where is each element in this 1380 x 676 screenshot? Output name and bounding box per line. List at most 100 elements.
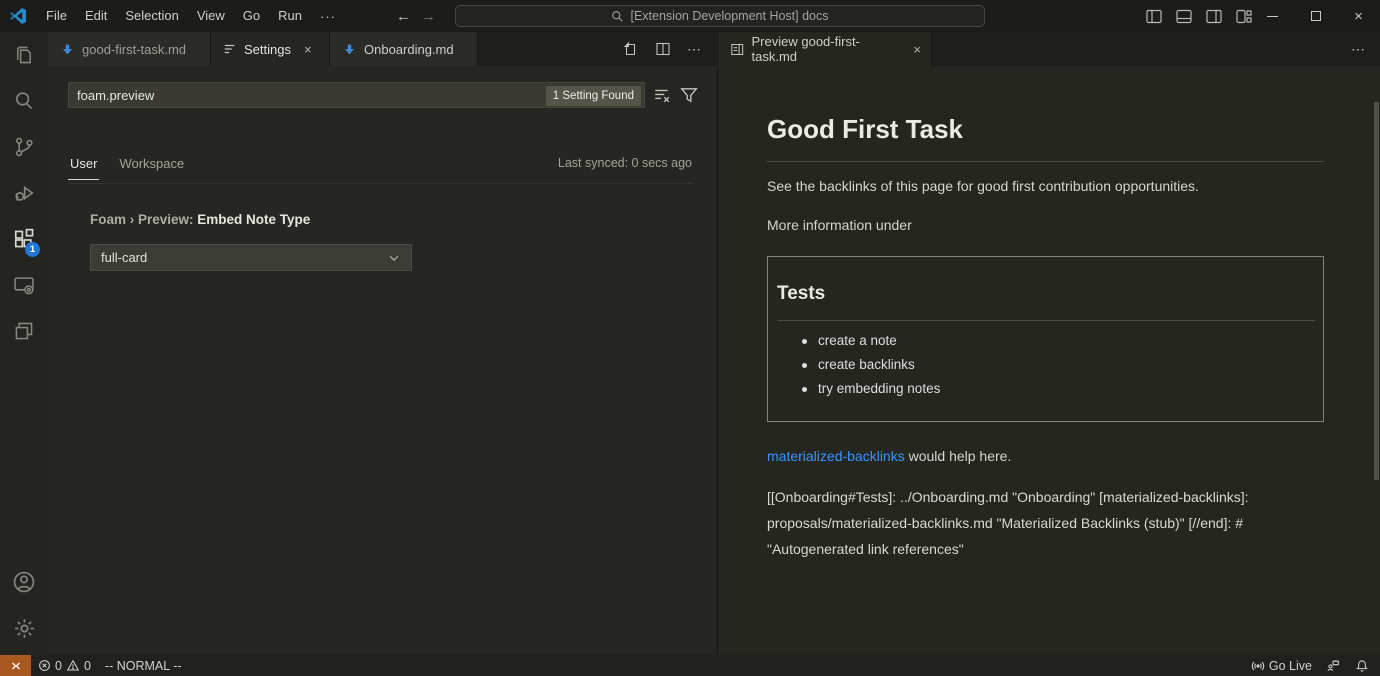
menu-file[interactable]: File (37, 0, 76, 32)
error-icon (38, 659, 51, 672)
tab-good-first-task[interactable]: good-first-task.md (48, 32, 211, 66)
remote-indicator[interactable] (0, 655, 31, 676)
filter-settings-icon[interactable] (680, 86, 698, 104)
go-forward-icon[interactable]: → (421, 8, 436, 25)
menu-go[interactable]: Go (234, 0, 269, 32)
layout-controls (1146, 0, 1252, 32)
preview-paragraph: See the backlinks of this page for good … (767, 178, 1327, 194)
customize-layout-icon[interactable] (1236, 9, 1252, 24)
embed-note-type-dropdown[interactable]: full-card (90, 244, 412, 271)
settings-editor: foam.preview 1 Setting Found User Worksp… (48, 66, 716, 655)
tab-settings[interactable]: Settings × (211, 32, 330, 66)
markdown-preview: Good First Task See the backlinks of thi… (718, 66, 1380, 655)
vscode-window: File Edit Selection View Go Run ··· ← → … (0, 0, 1380, 676)
activity-bar: 1 (0, 32, 48, 655)
maximize-button[interactable] (1294, 0, 1337, 32)
left-tab-strip: good-first-task.md Settings × Onboarding… (48, 32, 716, 66)
title-bar: File Edit Selection View Go Run ··· ← → … (0, 0, 1380, 32)
embedded-note-title: Tests (777, 283, 825, 305)
link-tail-text: would help here. (905, 448, 1012, 464)
toggle-panel-icon[interactable] (1176, 9, 1192, 24)
live-share-button[interactable] (1319, 655, 1348, 676)
preview-scrollbar[interactable] (1374, 102, 1379, 480)
editor-actions: ⋯ (623, 32, 716, 66)
command-center-label: [Extension Development Host] docs (630, 9, 828, 23)
settings-search-value: foam.preview (77, 88, 154, 103)
tab-preview-good-first-task[interactable]: Preview good-first-task.md × (718, 32, 932, 66)
toggle-primary-sidebar-icon[interactable] (1146, 9, 1162, 24)
go-back-icon[interactable]: ← (396, 8, 411, 25)
maximize-icon (1311, 11, 1321, 21)
tab-label: Settings (244, 42, 291, 57)
open-settings-json-icon[interactable] (623, 41, 639, 57)
markdown-file-icon (60, 42, 75, 57)
settings-search-row: foam.preview 1 Setting Found (68, 82, 740, 108)
live-share-icon (1326, 659, 1341, 673)
tab-onboarding[interactable]: Onboarding.md (330, 32, 478, 66)
status-bar: 0 0 -- NORMAL -- Go Live (0, 655, 1380, 676)
settings-editor-icon (223, 42, 237, 56)
menu-bar: File Edit Selection View Go Run ··· (37, 0, 345, 32)
warning-count: 0 (84, 659, 91, 673)
remote-explorer-icon[interactable] (0, 262, 48, 308)
minimize-button[interactable] (1251, 0, 1294, 32)
scope-tab-user[interactable]: User (68, 154, 99, 180)
notifications-button[interactable] (1348, 655, 1380, 676)
embedded-note-card: Tests create a note create backlinks try… (767, 256, 1324, 422)
settings-search-input[interactable]: foam.preview 1 Setting Found (68, 82, 645, 108)
scope-tab-workspace[interactable]: Workspace (117, 154, 186, 179)
toggle-secondary-sidebar-icon[interactable] (1206, 9, 1222, 24)
menu-selection[interactable]: Selection (116, 0, 187, 32)
setting-embed-note-type: Foam › Preview: Embed Note Type full-car… (90, 212, 412, 271)
accounts-icon[interactable] (0, 559, 48, 605)
preview-editor-group: Preview good-first-task.md × ⋯ Good Firs… (717, 32, 1380, 655)
materialized-backlinks-link[interactable]: materialized-backlinks (767, 448, 905, 464)
preview-paragraph: More information under (767, 217, 1327, 233)
more-actions-icon[interactable]: ⋯ (1351, 41, 1366, 58)
embedded-note-list: create a note create backlinks try embed… (802, 333, 940, 405)
run-debug-icon[interactable] (0, 170, 48, 216)
setting-title: Foam › Preview: Embed Note Type (90, 212, 412, 227)
dropdown-selected-value: full-card (101, 250, 147, 265)
menu-more-icon[interactable]: ··· (311, 9, 345, 24)
split-editor-icon[interactable] (655, 41, 671, 57)
broadcast-icon (1251, 659, 1265, 673)
divider (777, 320, 1315, 321)
minimize-icon (1267, 16, 1278, 17)
menu-edit[interactable]: Edit (76, 0, 116, 32)
vim-mode-indicator[interactable]: -- NORMAL -- (98, 655, 189, 676)
setting-category: Foam › Preview: (90, 212, 197, 227)
source-control-icon[interactable] (0, 124, 48, 170)
settings-search-actions (653, 86, 698, 104)
command-center[interactable]: [Extension Development Host] docs (455, 5, 985, 27)
editor-layouts-icon[interactable] (0, 308, 48, 354)
more-actions-icon[interactable]: ⋯ (687, 41, 702, 58)
list-item: try embedding notes (802, 381, 940, 396)
close-window-button[interactable]: × (1337, 0, 1380, 32)
settings-gear-icon[interactable] (0, 605, 48, 651)
menu-view[interactable]: View (188, 0, 234, 32)
tab-label: Preview good-first-task.md (752, 34, 901, 64)
window-controls: × (1251, 0, 1380, 32)
extensions-icon[interactable]: 1 (0, 216, 48, 262)
list-item: create backlinks (802, 357, 940, 372)
problems-indicator[interactable]: 0 0 (31, 655, 98, 676)
last-synced-label: Last synced: 0 secs ago (558, 154, 692, 170)
setting-name: Embed Note Type (197, 212, 310, 227)
go-live-button[interactable]: Go Live (1244, 655, 1319, 676)
search-sidebar-icon[interactable] (0, 78, 48, 124)
settings-result-count-badge: 1 Setting Found (546, 86, 641, 106)
clear-search-filters-icon[interactable] (653, 86, 671, 104)
close-tab-icon[interactable]: × (304, 42, 312, 57)
extensions-badge: 1 (25, 242, 40, 257)
markdown-preview-icon (730, 42, 745, 57)
go-live-label: Go Live (1269, 659, 1312, 673)
bell-icon (1355, 659, 1369, 673)
search-icon (611, 10, 624, 23)
menu-run[interactable]: Run (269, 0, 311, 32)
close-tab-icon[interactable]: × (913, 42, 921, 57)
explorer-icon[interactable] (0, 32, 48, 78)
warning-icon (66, 659, 80, 672)
remote-icon (9, 659, 23, 673)
preview-title: Good First Task (767, 114, 1324, 162)
